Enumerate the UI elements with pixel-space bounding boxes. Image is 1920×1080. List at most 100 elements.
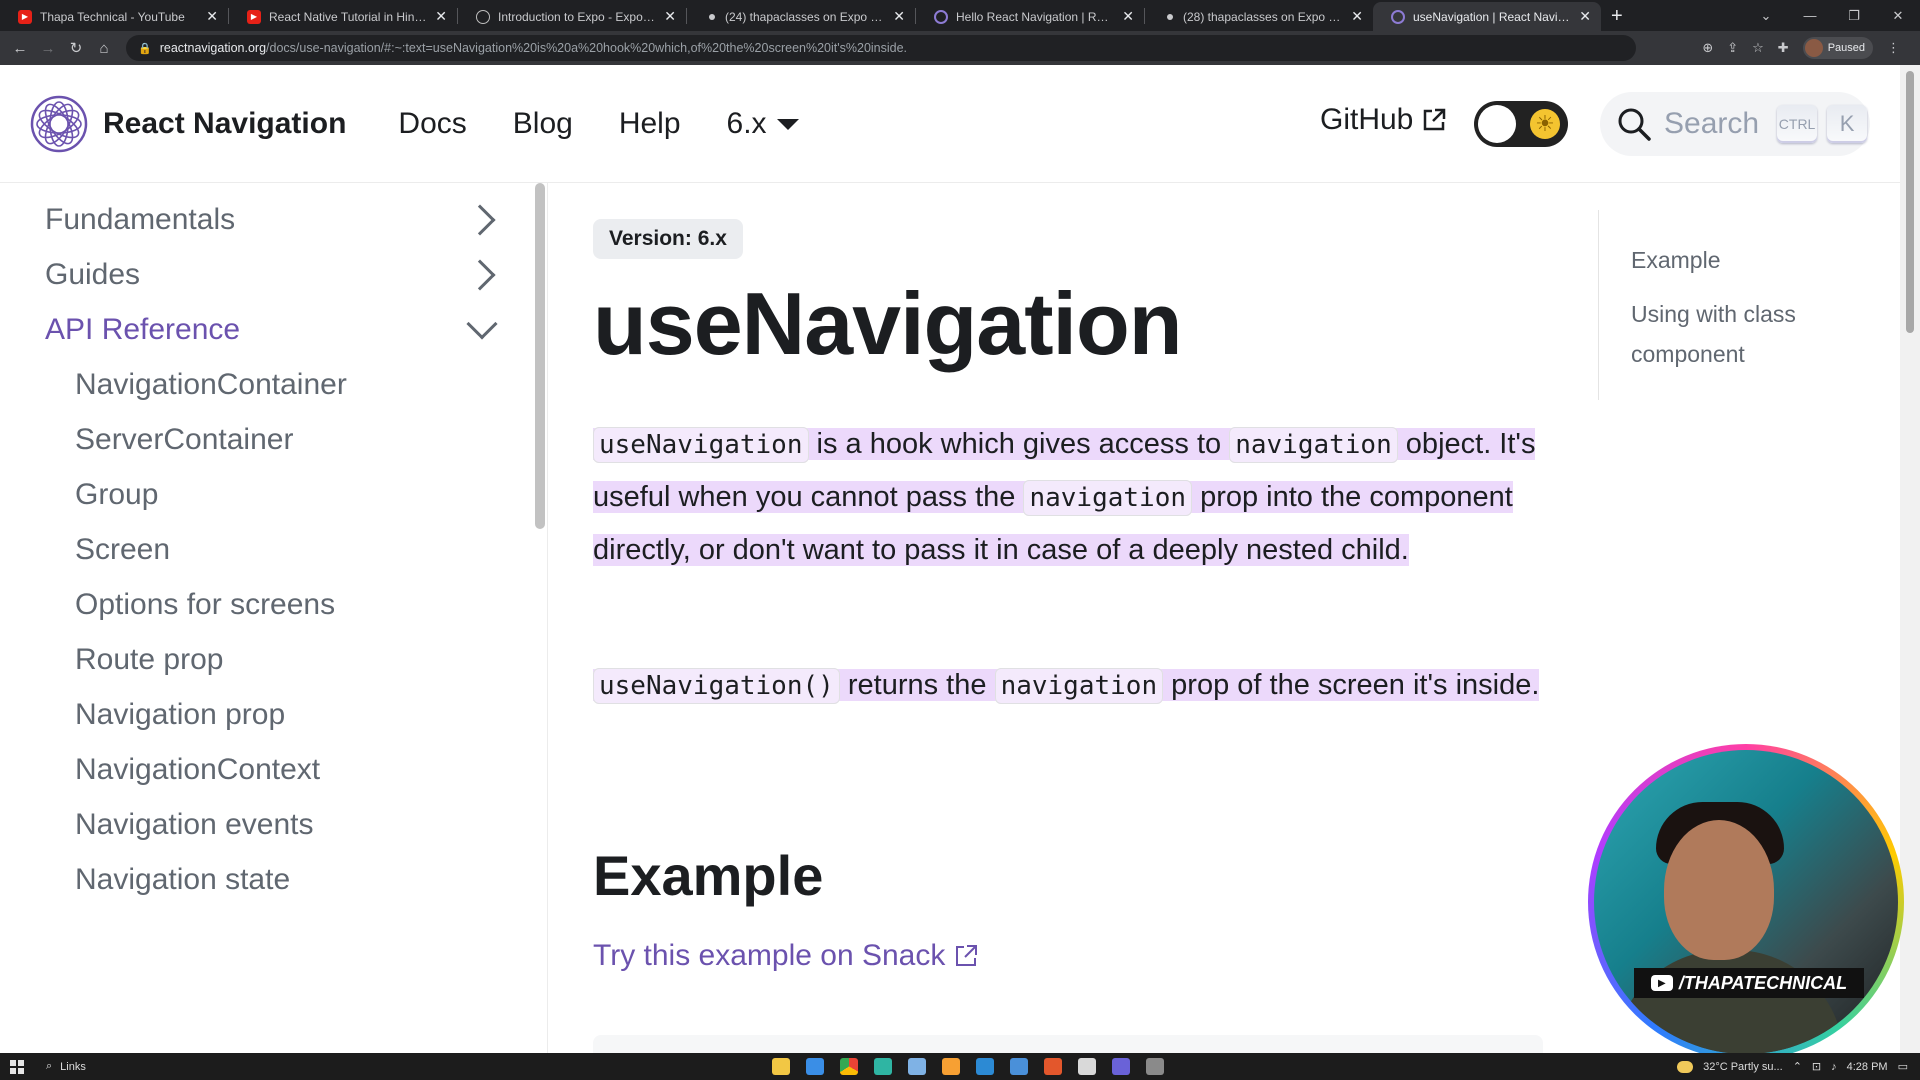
home-icon[interactable]: ⌂ <box>90 40 118 57</box>
sidebar-item-navigation-context[interactable]: NavigationContext <box>75 753 320 787</box>
nav-link-blog[interactable]: Blog <box>513 107 573 141</box>
sidebar-category-guides[interactable]: Guides <box>45 258 505 292</box>
clock[interactable]: 4:28 PM <box>1847 1061 1888 1073</box>
extensions-icon[interactable]: ✚ <box>1778 40 1789 56</box>
app-icon[interactable] <box>1010 1058 1028 1075</box>
restore-icon[interactable]: ❐ <box>1832 8 1876 24</box>
app-icon[interactable] <box>1078 1058 1096 1075</box>
nav-link-help[interactable]: Help <box>619 107 681 141</box>
chevron-right-icon <box>464 259 496 291</box>
dot-icon <box>1167 13 1173 20</box>
minimize-icon[interactable]: — <box>1788 8 1832 23</box>
network-icon[interactable]: ⊡ <box>1812 1060 1821 1073</box>
react-navigation-icon <box>934 9 948 24</box>
sidebar-item-navigation-state[interactable]: Navigation state <box>75 863 290 897</box>
mail-icon[interactable] <box>806 1058 824 1075</box>
window-controls: ⌄ — ❐ ✕ <box>1744 0 1920 31</box>
tab-title: Hello React Navigation | React N... <box>956 9 1114 24</box>
sidebar-scrollbar[interactable] <box>535 183 545 529</box>
nav-link-docs[interactable]: Docs <box>398 107 466 141</box>
docs-sidebar: Fundamentals Guides API Reference Naviga… <box>0 183 548 1053</box>
theme-toggle[interactable]: ☀ <box>1474 101 1568 147</box>
sidebar-category-fundamentals[interactable]: Fundamentals <box>45 203 505 237</box>
sidebar-category-label: Guides <box>45 258 141 291</box>
weather-icon <box>1677 1060 1694 1073</box>
inline-code: navigation <box>1023 480 1193 516</box>
table-of-contents: Example Using with class component <box>1598 210 1858 400</box>
menu-kebab-icon[interactable]: ⋮ <box>1887 40 1900 56</box>
react-navigation-icon <box>1391 9 1405 24</box>
version-dropdown[interactable]: 6.x <box>727 107 799 141</box>
react-navigation-logo-icon[interactable] <box>29 94 89 154</box>
tray-arrow-icon[interactable]: ⌃ <box>1793 1060 1802 1073</box>
close-icon[interactable]: ✕ <box>893 8 905 25</box>
file-explorer-icon[interactable] <box>772 1058 790 1075</box>
app-icon[interactable] <box>908 1058 926 1075</box>
share-icon[interactable]: ⇪ <box>1727 40 1738 56</box>
reload-icon[interactable]: ↻ <box>62 39 90 57</box>
sidebar-category-api-reference[interactable]: API Reference <box>45 308 505 347</box>
browser-tab-bar: ▶ Thapa Technical - YouTube ✕ ▶ React Na… <box>0 0 1920 31</box>
zoom-icon[interactable]: ⊕ <box>1702 40 1713 56</box>
close-icon[interactable]: ✕ <box>435 8 447 25</box>
search-icon: ⌕ <box>46 1060 53 1072</box>
sidebar-item-navigation-container[interactable]: NavigationContainer <box>75 368 347 402</box>
sidebar-item-navigation-prop[interactable]: Navigation prop <box>75 698 285 732</box>
bookmark-star-icon[interactable]: ☆ <box>1752 40 1764 56</box>
snack-link[interactable]: Try this example on Snack <box>593 939 979 973</box>
sidebar-item-server-container[interactable]: ServerContainer <box>75 423 293 457</box>
discord-icon[interactable] <box>1112 1058 1130 1075</box>
notifications-icon[interactable]: ▭ <box>1898 1060 1908 1073</box>
browser-tab[interactable]: Introduction to Expo - Expo Doc... ✕ <box>458 2 686 31</box>
sidebar-item-screen[interactable]: Screen <box>75 533 170 567</box>
address-bar-actions: ⊕ ⇪ ☆ ✚ Paused ⋮ <box>1702 37 1920 59</box>
brand-title[interactable]: React Navigation <box>103 107 346 141</box>
browser-tab[interactable]: Hello React Navigation | React N... ✕ <box>916 2 1144 31</box>
app-icon[interactable] <box>1044 1058 1062 1075</box>
system-tray: 32°C Partly su... ⌃ ⊡ ♪ 4:28 PM ▭ <box>1677 1053 1908 1080</box>
browser-tab[interactable]: ▶ React Native Tutorial in Hindi 20... ✕ <box>229 2 457 31</box>
version-badge: Version: 6.x <box>593 219 743 259</box>
browser-tab[interactable]: ▶ Thapa Technical - YouTube ✕ <box>0 2 228 31</box>
close-icon[interactable]: ✕ <box>1122 8 1134 25</box>
browser-tab-active[interactable]: useNavigation | React Navigation ✕ <box>1373 2 1601 31</box>
search-button[interactable]: Search CTRL K <box>1600 92 1870 156</box>
sidebar-item-options-for-screens[interactable]: Options for screens <box>75 588 335 622</box>
close-icon[interactable]: ✕ <box>1579 8 1591 25</box>
edge-icon[interactable] <box>874 1058 892 1075</box>
window-close-icon[interactable]: ✕ <box>1876 8 1920 24</box>
channel-banner: ▶ /THAPATECHNICAL <box>1634 968 1864 998</box>
tab-search-icon[interactable]: ⌄ <box>1744 8 1788 24</box>
sidebar-item-route-prop[interactable]: Route prop <box>75 643 223 677</box>
github-link[interactable]: GitHub <box>1320 103 1447 137</box>
weather-text[interactable]: 32°C Partly su... <box>1703 1061 1783 1073</box>
windows-start-icon[interactable] <box>10 1059 24 1074</box>
sidebar-item-navigation-events[interactable]: Navigation events <box>75 808 313 842</box>
close-icon[interactable]: ✕ <box>206 8 218 25</box>
paragraph-text: returns the <box>839 669 995 701</box>
chrome-icon[interactable] <box>840 1058 858 1075</box>
tab-title: Introduction to Expo - Expo Doc... <box>498 9 656 24</box>
browser-tab[interactable]: (28) thapaclasses on Expo Devel... ✕ <box>1145 2 1373 31</box>
browser-tab[interactable]: (24) thapaclasses on Expo Devel... ✕ <box>687 2 915 31</box>
dot-icon <box>709 13 715 20</box>
toc-link-class-component[interactable]: Using with class component <box>1631 294 1858 374</box>
close-icon[interactable]: ✕ <box>1351 8 1363 25</box>
settings-icon[interactable] <box>1146 1058 1164 1075</box>
snack-link-label: Try this example on Snack <box>593 939 946 972</box>
toc-link-example[interactable]: Example <box>1631 240 1858 280</box>
toggle-knob <box>1478 105 1516 143</box>
back-icon[interactable]: ← <box>6 40 34 57</box>
sidebar-item-group[interactable]: Group <box>75 478 158 512</box>
close-icon[interactable]: ✕ <box>664 8 676 25</box>
taskbar-links[interactable]: ⌕ Links <box>46 1060 86 1073</box>
app-icon[interactable] <box>942 1058 960 1075</box>
vscode-icon[interactable] <box>976 1058 994 1075</box>
new-tab-button[interactable]: + <box>1611 2 1623 31</box>
scrollbar-thumb[interactable] <box>1906 71 1914 333</box>
volume-icon[interactable]: ♪ <box>1831 1061 1837 1073</box>
external-link-icon <box>956 945 978 966</box>
forward-icon[interactable]: → <box>34 40 62 57</box>
url-input[interactable]: 🔒 reactnavigation.org/docs/use-navigatio… <box>126 35 1636 61</box>
profile-button[interactable]: Paused <box>1802 37 1873 59</box>
